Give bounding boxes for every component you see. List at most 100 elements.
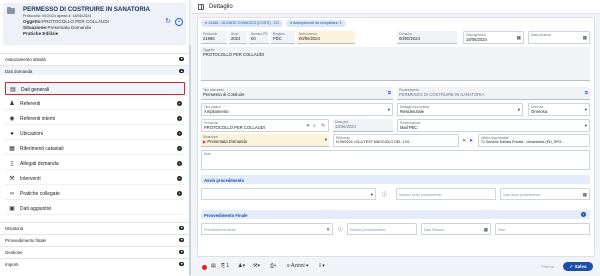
open-link-icon[interactable]: ⧉ bbox=[388, 90, 391, 95]
chevron-down-icon: ▾ bbox=[584, 107, 587, 112]
export-icon[interactable]: ⇩▾ bbox=[318, 263, 325, 269]
panel-toggle-icon[interactable] bbox=[198, 3, 204, 10]
indietro-button[interactable]: ← Ritorna bbox=[536, 264, 554, 269]
situazione-select[interactable]: Situazione ▶ Presentata Domanda ▾ bbox=[201, 134, 329, 147]
search-icon[interactable]: ⌕ bbox=[313, 123, 316, 129]
section-gestione[interactable]: Gestione ▾ bbox=[0, 246, 190, 256]
sidebar-item-referenti-interni[interactable]: ◉ Referenti interni + bbox=[5, 112, 185, 125]
oggetto-field[interactable]: Oggetto PROTOCOLLO PER COLLAUDI bbox=[201, 47, 590, 81]
adempimenti-chip[interactable]: ● Adempimenti da completare: 1 bbox=[286, 20, 346, 27]
sidebar-item-referenti[interactable]: ♟ Referenti + bbox=[5, 97, 185, 110]
finale-data-input[interactable]: Data Rilascio ▦ bbox=[421, 223, 491, 235]
chevron-down-icon: ▾ bbox=[179, 56, 184, 62]
section-provvedimento[interactable]: Provvedimento finale ▾ bbox=[0, 234, 190, 244]
document-icon[interactable]: ▤ bbox=[211, 263, 216, 269]
tools-icon[interactable]: ⚒▾ bbox=[253, 263, 260, 269]
refresh-icon[interactable]: ↻ bbox=[164, 18, 172, 26]
map-icon: ▦ bbox=[9, 145, 15, 152]
dettaglio-tipo-select[interactable]: Dettaglio tipo pratica Residenziale ▾ bbox=[397, 103, 523, 116]
sidebar-item-dati-generali[interactable]: ▤ Dati generali bbox=[5, 82, 185, 95]
protocol-line: Protocollo: 00/2024 aperta il: 18/06/202… bbox=[23, 14, 92, 18]
section-istruttoria[interactable]: Istruttoria ▾ bbox=[0, 222, 190, 232]
sidebar-item-interventi[interactable]: ⚒ Interventi + bbox=[5, 172, 185, 185]
folder-icon bbox=[7, 6, 15, 14]
avvio-data-input[interactable]: Data avvio procedimento ▦ bbox=[500, 188, 590, 200]
attachment-count: 1 bbox=[226, 263, 230, 269]
add-icon[interactable]: + bbox=[581, 212, 586, 217]
chevron-down-icon: ▾ bbox=[370, 192, 373, 197]
avvio-select[interactable]: ▾ bbox=[201, 188, 376, 200]
save-button[interactable]: ✓ Salva bbox=[563, 262, 593, 271]
presentazione-select[interactable]: Presentazione Mail PEC ▾ bbox=[397, 119, 590, 132]
add-icon[interactable]: + bbox=[177, 160, 182, 166]
sidebar-item-riferimenti-catastali[interactable]: ▦ Riferimenti catastali + bbox=[5, 142, 185, 155]
add-icon[interactable]: + bbox=[177, 100, 182, 106]
tipo-pratica-select[interactable]: Tipo pratica Ampliamento ▾ bbox=[201, 103, 393, 116]
attachment-icon: ▯ bbox=[10, 160, 14, 167]
edit-icon[interactable]: ✎ bbox=[321, 123, 325, 129]
data-chiusura-field[interactable]: Data chiusura ▦ bbox=[528, 31, 590, 44]
print-icon[interactable]: ⎙▾ bbox=[270, 263, 276, 269]
azioni-menu[interactable]: ≡ Azioni ▾ bbox=[287, 263, 309, 269]
sidebar-item-dati-aggiuntivi[interactable]: ▣ Dati aggiuntivi bbox=[5, 202, 185, 215]
referente-input[interactable]: Referente N.99/2024 <OLA TEST MAGGIOLO DE… bbox=[333, 134, 459, 147]
section-importi[interactable]: Importi ▾ bbox=[0, 258, 190, 268]
info-icon[interactable]: ⓘ bbox=[338, 226, 343, 233]
add-icon[interactable]: + bbox=[177, 190, 182, 196]
data-chiusura-label: Data chiusura bbox=[531, 33, 551, 37]
section-dati-domanda[interactable]: Dati domanda ▴ bbox=[0, 65, 190, 75]
add-circle-icon[interactable]: + bbox=[175, 18, 183, 26]
finale-tipo-input[interactable]: Provvedimento finale ✕ bbox=[201, 223, 333, 235]
calendar-icon[interactable]: ▦ bbox=[484, 227, 488, 233]
add-icon[interactable]: + bbox=[177, 175, 182, 181]
sidebar-item-label: Referenti bbox=[20, 101, 41, 107]
protocollo-field: Protocollo 21986 bbox=[201, 31, 227, 44]
add-icon[interactable]: + bbox=[177, 145, 182, 151]
section-avanzamento-label: Avanzamento attività bbox=[5, 56, 46, 62]
sidebar-item-ubicazioni[interactable]: ● Ubicazioni + bbox=[5, 127, 185, 140]
calendar-icon[interactable]: ▦ bbox=[583, 35, 587, 41]
section-avanzamento[interactable]: Avanzamento attività ▾ bbox=[0, 53, 190, 63]
add-icon[interactable]: + bbox=[177, 115, 182, 121]
adempimenti-chip-text: Adempimenti da completare: 1 bbox=[292, 21, 342, 25]
open-link-icon[interactable]: ⧉ bbox=[585, 90, 588, 95]
calendar-icon[interactable]: ▦ bbox=[583, 192, 587, 198]
status-label: Situazione: bbox=[23, 25, 48, 30]
clear-icon[interactable]: ✕ bbox=[306, 123, 310, 129]
sidebar-item-label: Referenti interni bbox=[20, 116, 56, 122]
dettaglio-tipo-value: Residenziale bbox=[400, 109, 424, 114]
add-icon[interactable]: + bbox=[177, 130, 182, 136]
calendar-icon[interactable]: ▦ bbox=[517, 35, 521, 41]
note-field[interactable]: Note bbox=[201, 150, 590, 170]
detail-header: Dettaglio bbox=[192, 0, 600, 14]
sidebar-item-pratiche-collegate[interactable]: ∞ Pratiche collegate + bbox=[5, 187, 185, 200]
avvio-numero-placeholder: Numero avvio procedimento bbox=[399, 193, 442, 197]
people-icon[interactable]: ♟▾ bbox=[238, 263, 245, 269]
finale-data-placeholder: Data Rilascio bbox=[424, 228, 444, 232]
subject-line: Oggetto:PROTOCOLLO PER COLLAUDI bbox=[23, 19, 109, 24]
chevron-down-icon: ▾ bbox=[179, 249, 184, 255]
alert-dot-icon[interactable] bbox=[202, 265, 207, 270]
clear-icon[interactable]: ✕ bbox=[326, 227, 330, 233]
registro-value: PDC bbox=[273, 36, 282, 41]
data-apertura-field[interactable]: Data apertura 18/06/2024 ▦ bbox=[463, 31, 524, 44]
link-icon: ∞ bbox=[9, 190, 15, 197]
section-provvedimento-label: Provvedimento finale bbox=[5, 237, 47, 243]
avvio-section-header: Avvio procedimento bbox=[201, 175, 590, 184]
onerosa-select[interactable]: Onerosa Onerosa ▾ bbox=[528, 103, 590, 116]
azioni-label: Azioni bbox=[291, 263, 305, 269]
info-icon[interactable]: ⓘ bbox=[382, 191, 387, 198]
attachment-icon[interactable]: ⎘ 1 bbox=[221, 263, 229, 269]
sidebar-scrollbar[interactable] bbox=[189, 45, 191, 275]
finale-extra-input[interactable]: Note bbox=[495, 223, 590, 235]
presentazione-value: Mail PEC bbox=[400, 125, 418, 130]
finale-numero-input[interactable]: Numero provvedimento bbox=[347, 223, 417, 235]
ufficio-input[interactable]: Ufficio responsabile 71 Servizio Edilizia… bbox=[478, 134, 590, 147]
avvio-numero-input[interactable]: Numero avvio procedimento bbox=[396, 188, 496, 200]
sidebar-item-label: Dati generali bbox=[21, 87, 50, 93]
note-label: Note bbox=[204, 152, 211, 156]
anno-value: 2024 bbox=[231, 36, 241, 41]
clear-icon[interactable]: ✕ bbox=[462, 138, 466, 144]
sidebar-item-allegati[interactable]: ▯ Allegati domanda + bbox=[5, 157, 185, 170]
send-icon[interactable]: ➤ bbox=[469, 138, 473, 144]
